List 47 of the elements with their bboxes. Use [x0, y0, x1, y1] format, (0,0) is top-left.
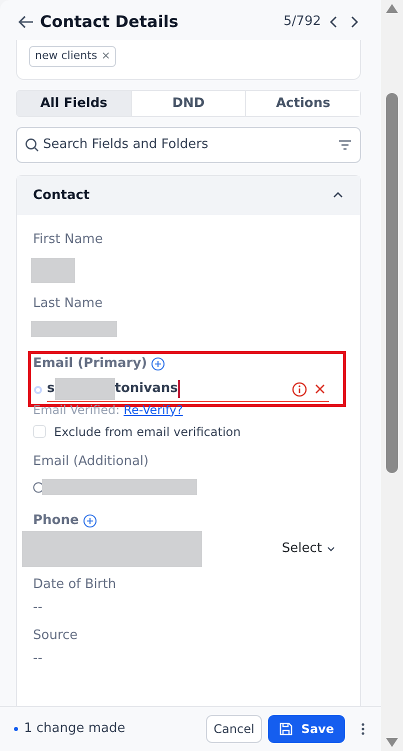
back-arrow-icon[interactable] [18, 15, 34, 29]
status-dot [14, 727, 18, 731]
error-icon [292, 382, 307, 396]
radio-dot-icon[interactable] [33, 384, 43, 394]
field-label: Last Name [33, 294, 103, 312]
email-text: tonivans [114, 380, 178, 398]
scrollbar-thumb[interactable] [386, 93, 398, 473]
text-cursor [178, 380, 180, 398]
save-button[interactable]: Save [268, 715, 345, 743]
tab[interactable]: Actions [245, 90, 360, 116]
re-verify-link[interactable]: Re-Verify? [124, 400, 183, 418]
field-label: Date of Birth [33, 576, 116, 594]
verified-status: Email Verified: [33, 402, 120, 418]
field-label: Email (Primary) [33, 355, 148, 373]
change-status: 1 change made [24, 720, 126, 738]
email-text: s [47, 380, 55, 398]
tag-label: new clients [35, 48, 98, 64]
section-title: Contact [33, 186, 90, 204]
field-label: Phone [33, 512, 79, 530]
search-field[interactable]: Search Fields and Folders [16, 127, 361, 162]
redaction-block [54, 378, 115, 400]
scroll-up-icon[interactable] [386, 4, 398, 13]
clear-icon[interactable] [315, 384, 325, 394]
search-icon [25, 138, 39, 152]
section-header[interactable]: Contact [17, 176, 360, 215]
field-label: Source [33, 626, 78, 644]
page-title: Contact Details [40, 11, 178, 33]
save-icon [279, 722, 294, 736]
add-icon[interactable] [82, 514, 97, 528]
cancel-button[interactable]: Cancel [206, 715, 262, 743]
field-value: -- [33, 599, 44, 617]
select-label: Select [282, 540, 322, 558]
tab[interactable]: All Fields [17, 90, 131, 116]
scroll-down-icon[interactable] [386, 738, 398, 747]
field-label: Email (Additional) [33, 452, 149, 470]
exclude-checkbox[interactable] [33, 425, 46, 438]
tag-chip[interactable]: new clients × [29, 46, 116, 66]
remove-icon[interactable]: × [101, 48, 110, 64]
redaction-block [31, 258, 75, 282]
add-icon[interactable] [151, 356, 166, 371]
record-counter: 5/792 [284, 13, 321, 32]
checkbox-label: Exclude from email verification [54, 424, 241, 440]
field-value: -- [33, 650, 44, 668]
filter-icon[interactable] [338, 138, 352, 151]
field-label: First Name [33, 231, 103, 249]
email-input[interactable]: s tonivans [47, 378, 329, 402]
select-dropdown[interactable]: Select [274, 534, 344, 562]
